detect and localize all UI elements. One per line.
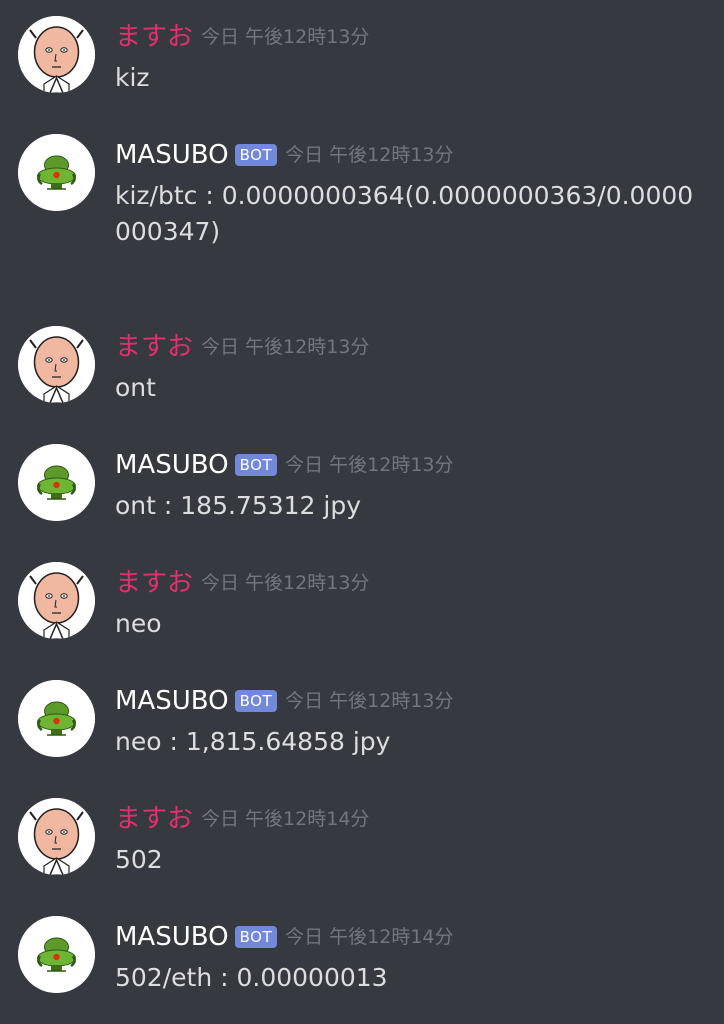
message-header: ますお 今日 午後12時14分: [115, 802, 369, 836]
message-header: ますお 今日 午後12時13分: [115, 20, 369, 54]
bald-hero-avatar-icon[interactable]: [18, 326, 95, 403]
green-helmet-avatar-icon[interactable]: [18, 134, 95, 211]
message-text: ont: [115, 373, 156, 402]
timestamp: 今日 午後12時13分: [201, 572, 370, 594]
timestamp: 今日 午後12時13分: [285, 144, 454, 166]
timestamp: 今日 午後12時13分: [285, 690, 454, 712]
green-helmet-avatar-icon[interactable]: [18, 916, 95, 993]
bot-badge: BOT: [234, 454, 278, 476]
bot-badge: BOT: [234, 690, 278, 712]
green-helmet-avatar-icon[interactable]: [18, 680, 95, 757]
message-text: ont : 185.75312 jpy: [115, 491, 362, 520]
message-header: ますお 今日 午後12時13分: [115, 566, 369, 600]
message-text: kiz: [115, 63, 150, 92]
message-header: MASUBO BOT 今日 午後12時13分: [115, 684, 454, 718]
chat-log: ますお 今日 午後12時13分 kiz MASUBO BOT 今日 午後12時1…: [0, 0, 724, 1024]
message-header: MASUBO BOT 今日 午後12時14分: [115, 920, 454, 954]
green-helmet-avatar-icon[interactable]: [18, 444, 95, 521]
author-name[interactable]: ますお: [115, 566, 193, 600]
message-text: 502/eth : 0.00000013: [115, 963, 388, 992]
timestamp: 今日 午後12時13分: [201, 336, 370, 358]
message-header: ますお 今日 午後12時13分: [115, 330, 369, 364]
author-name[interactable]: MASUBO: [115, 920, 229, 954]
message-text: kiz/btc : 0.0000000364(0.0000000363/0.00…: [115, 181, 694, 246]
timestamp: 今日 午後12時13分: [201, 26, 370, 48]
timestamp: 今日 午後12時14分: [285, 926, 454, 948]
message-text: neo: [115, 609, 162, 638]
author-name[interactable]: ますお: [115, 330, 193, 364]
author-name[interactable]: MASUBO: [115, 448, 229, 482]
author-name[interactable]: MASUBO: [115, 138, 229, 172]
message-text: neo : 1,815.64858 jpy: [115, 727, 391, 756]
author-name[interactable]: MASUBO: [115, 684, 229, 718]
bald-hero-avatar-icon[interactable]: [18, 798, 95, 875]
bald-hero-avatar-icon[interactable]: [18, 16, 95, 93]
bald-hero-avatar-icon[interactable]: [18, 562, 95, 639]
message-text: 502: [115, 845, 163, 874]
timestamp: 今日 午後12時13分: [285, 454, 454, 476]
message-header: MASUBO BOT 今日 午後12時13分: [115, 138, 454, 172]
author-name[interactable]: ますお: [115, 802, 193, 836]
author-name[interactable]: ますお: [115, 20, 193, 54]
bot-badge: BOT: [234, 926, 278, 948]
bot-badge: BOT: [234, 144, 278, 166]
message-header: MASUBO BOT 今日 午後12時13分: [115, 448, 454, 482]
timestamp: 今日 午後12時14分: [201, 808, 370, 830]
